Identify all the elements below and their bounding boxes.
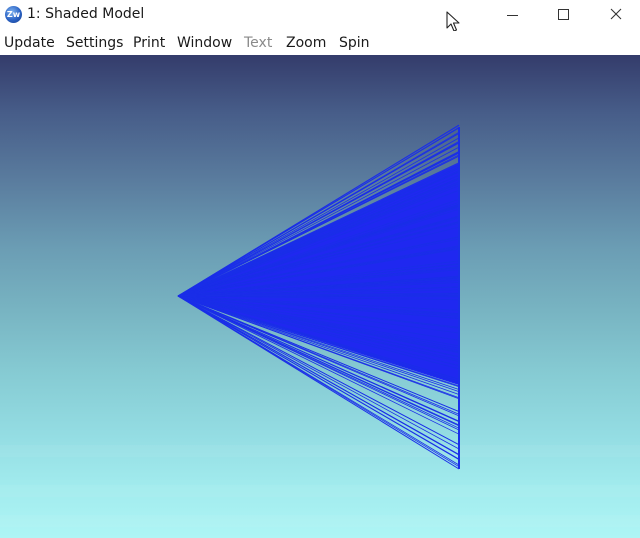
maximize-button[interactable] <box>540 0 586 30</box>
window-title: 1: Shaded Model <box>27 6 145 22</box>
maximize-icon <box>558 9 569 20</box>
app-icon[interactable]: Zw <box>5 6 22 23</box>
minimize-button[interactable] <box>490 0 536 30</box>
mouse-cursor-icon <box>446 11 460 32</box>
menu-settings[interactable]: Settings <box>66 35 123 51</box>
menu-print[interactable]: Print <box>133 35 165 51</box>
menu-update[interactable]: Update <box>4 35 55 51</box>
title-bar[interactable]: Zw 1: Shaded Model <box>0 0 640 32</box>
shaded-model-render <box>177 124 460 470</box>
menu-window[interactable]: Window <box>177 35 232 51</box>
menu-text: Text <box>244 35 273 51</box>
menu-zoom[interactable]: Zoom <box>286 35 326 51</box>
menu-spin[interactable]: Spin <box>339 35 370 51</box>
close-button[interactable] <box>594 0 640 30</box>
close-icon <box>610 8 622 20</box>
model-viewport[interactable] <box>0 55 640 538</box>
shaded-model-window: Zw 1: Shaded Model Update Settings Print… <box>0 0 640 538</box>
menu-bar: Update Settings Print Window Text Zoom S… <box>0 31 640 56</box>
minimize-icon <box>507 15 518 16</box>
